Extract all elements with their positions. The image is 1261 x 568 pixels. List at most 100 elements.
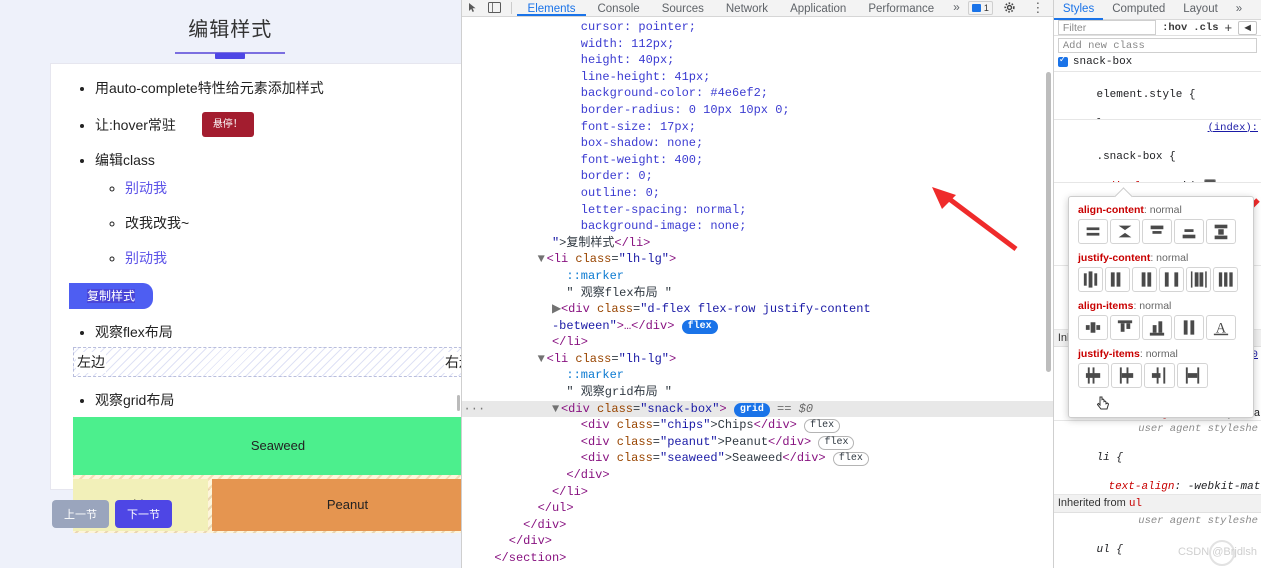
- justify-items-start-icon[interactable]: [1111, 363, 1142, 388]
- styles-more-tabs-icon[interactable]: »: [1227, 0, 1251, 20]
- dom-node[interactable]: </div>: [462, 517, 1053, 534]
- dom-node[interactable]: " 观察grid布局 ": [462, 384, 1053, 401]
- tab-computed[interactable]: Computed: [1103, 0, 1174, 20]
- sublist-item-label[interactable]: 改我改我~: [125, 215, 189, 231]
- dom-node[interactable]: <div class="chips">Chips</div> flex: [462, 417, 1053, 434]
- dom-node[interactable]: ::marker: [462, 367, 1053, 384]
- dom-node[interactable]: </div>: [462, 533, 1053, 550]
- display-type-badge[interactable]: flex: [818, 435, 855, 450]
- justify-content-normal-icon[interactable]: [1078, 267, 1103, 292]
- align-content-start-icon[interactable]: [1142, 219, 1172, 244]
- dom-node[interactable]: background-image: none;: [462, 218, 1053, 235]
- inspect-element-icon[interactable]: [462, 0, 484, 16]
- dom-node[interactable]: ▼ <li class="lh-lg">: [462, 251, 1053, 268]
- tab-styles[interactable]: Styles: [1054, 0, 1103, 20]
- dom-node[interactable]: " 观察flex布局 ": [462, 285, 1053, 302]
- dom-node[interactable]: <div class="peanut">Peanut</div> flex: [462, 434, 1053, 451]
- display-type-badge[interactable]: flex: [832, 452, 869, 467]
- styles-filter-input[interactable]: Filter: [1057, 20, 1157, 35]
- dom-tree-scrollbar[interactable]: [1045, 72, 1051, 372]
- prev-section-button[interactable]: 上一节: [52, 500, 109, 528]
- dom-node[interactable]: box-shadow: none;: [462, 135, 1053, 152]
- decl-name[interactable]: text-align: [1108, 481, 1174, 493]
- dom-ellipsis[interactable]: ···: [464, 401, 486, 418]
- class-checkbox[interactable]: [1057, 54, 1068, 67]
- justify-content-end-icon[interactable]: [1132, 267, 1157, 292]
- rule-li[interactable]: user agent styleshe li { text-align: -we…: [1053, 421, 1261, 495]
- dom-node[interactable]: ::marker: [462, 268, 1053, 285]
- justify-content-space-around-icon[interactable]: [1213, 267, 1238, 292]
- dom-node[interactable]: height: 40px;: [462, 52, 1053, 69]
- page-scrollbar-thumb[interactable]: [456, 395, 460, 411]
- justify-items-normal-icon[interactable]: [1078, 363, 1109, 388]
- dom-node[interactable]: </ul>: [462, 500, 1053, 517]
- tab-layout[interactable]: Layout: [1174, 0, 1227, 20]
- copy-style-button[interactable]: 复制样式: [69, 283, 153, 309]
- justify-content-center-icon[interactable]: [1159, 267, 1184, 292]
- align-content-center-icon[interactable]: [1110, 219, 1140, 244]
- rule-snack-box[interactable]: (index): .snack-box { display: grid; gri…: [1053, 120, 1261, 184]
- dom-node[interactable]: font-weight: 400;: [462, 152, 1053, 169]
- dom-node-selected[interactable]: ··· ▼ <div class="snack-box"> grid == $0: [461, 400, 1053, 418]
- tab-console[interactable]: Console: [586, 0, 650, 16]
- dom-node[interactable]: cursor: pointer;: [462, 19, 1053, 36]
- toggle-hov-button[interactable]: :hov: [1162, 22, 1187, 34]
- rule-element-style[interactable]: element.style { }: [1053, 72, 1261, 120]
- rule-origin[interactable]: (index):: [1208, 121, 1258, 136]
- dom-node[interactable]: </div>: [462, 467, 1053, 484]
- display-type-badge[interactable]: grid: [733, 402, 770, 417]
- display-type-badge[interactable]: flex: [681, 319, 718, 334]
- dom-node[interactable]: letter-spacing: normal;: [462, 202, 1053, 219]
- more-tabs-icon[interactable]: »: [945, 0, 968, 16]
- dom-node[interactable]: width: 112px;: [462, 36, 1053, 53]
- dom-node[interactable]: </li>: [462, 334, 1053, 351]
- dom-node[interactable]: </section>: [462, 550, 1053, 567]
- tab-sources[interactable]: Sources: [651, 0, 715, 16]
- dom-node[interactable]: background-color: #4e6ef2;: [462, 85, 1053, 102]
- align-content-end-icon[interactable]: [1174, 219, 1204, 244]
- justify-content-space-between-icon[interactable]: [1186, 267, 1211, 292]
- align-content-normal-icon[interactable]: [1078, 219, 1108, 244]
- align-content-space-between-icon[interactable]: [1206, 219, 1236, 244]
- settings-gear-icon[interactable]: [999, 0, 1021, 16]
- dom-node[interactable]: ▼ <li class="lh-lg">: [462, 351, 1053, 368]
- add-new-class-input[interactable]: Add new class: [1057, 38, 1257, 53]
- align-items-end-icon[interactable]: [1142, 315, 1172, 340]
- tab-performance[interactable]: Performance: [857, 0, 945, 16]
- dom-node[interactable]: font-size: 17px;: [462, 119, 1053, 136]
- justify-items-center-icon[interactable]: [1177, 363, 1208, 388]
- align-items-start-icon[interactable]: [1110, 315, 1140, 340]
- justify-content-start-icon[interactable]: [1105, 267, 1130, 292]
- new-style-rule-button[interactable]: +: [1225, 20, 1233, 35]
- dom-node[interactable]: -between">…</div> flex: [462, 318, 1053, 335]
- tab-elements[interactable]: Elements: [517, 0, 587, 16]
- toggle-cls-button[interactable]: .cls: [1193, 22, 1218, 34]
- expand-triangle-icon[interactable]: ▼: [538, 251, 547, 268]
- sublist-item-label[interactable]: 别动我: [125, 250, 167, 266]
- dom-node[interactable]: line-height: 41px;: [462, 69, 1053, 86]
- toggle-device-toolbar-icon[interactable]: [484, 0, 506, 16]
- align-items-baseline-icon[interactable]: A: [1206, 315, 1236, 340]
- dom-node[interactable]: border: 0;: [462, 168, 1053, 185]
- dom-node[interactable]: outline: 0;: [462, 185, 1053, 202]
- devtools-menu-icon[interactable]: ⋮: [1027, 0, 1049, 16]
- next-section-button[interactable]: 下一节: [115, 500, 172, 528]
- expand-triangle-icon[interactable]: ▼: [552, 401, 561, 418]
- expand-triangle-icon[interactable]: ▼: [538, 351, 547, 368]
- dom-tree[interactable]: cursor: pointer; width: 112px; height: 4…: [461, 17, 1053, 568]
- align-items-normal-icon[interactable]: [1078, 315, 1108, 340]
- issues-badge[interactable]: 1: [967, 0, 993, 15]
- collapse-triangle-icon[interactable]: ▶: [552, 301, 561, 318]
- dom-node[interactable]: </li>: [462, 484, 1053, 501]
- justify-items-end-icon[interactable]: [1144, 363, 1175, 388]
- decl-value[interactable]: -webkit-match-parent: [1188, 481, 1261, 493]
- hover-demo-button[interactable]: 悬停！: [201, 112, 254, 137]
- computed-sidebar-toggle-icon[interactable]: ◄: [1238, 20, 1257, 35]
- align-items-center-icon[interactable]: [1174, 315, 1204, 340]
- tab-application[interactable]: Application: [779, 0, 857, 16]
- dom-node[interactable]: <div class="seaweed">Seaweed</div> flex: [462, 450, 1053, 467]
- dom-node[interactable]: ">复制样式</li>: [462, 235, 1053, 252]
- dom-node[interactable]: ▶<div class="d-flex flex-row justify-con…: [462, 301, 1053, 318]
- display-type-badge[interactable]: flex: [804, 419, 841, 434]
- sublist-item-label[interactable]: 别动我: [125, 180, 167, 196]
